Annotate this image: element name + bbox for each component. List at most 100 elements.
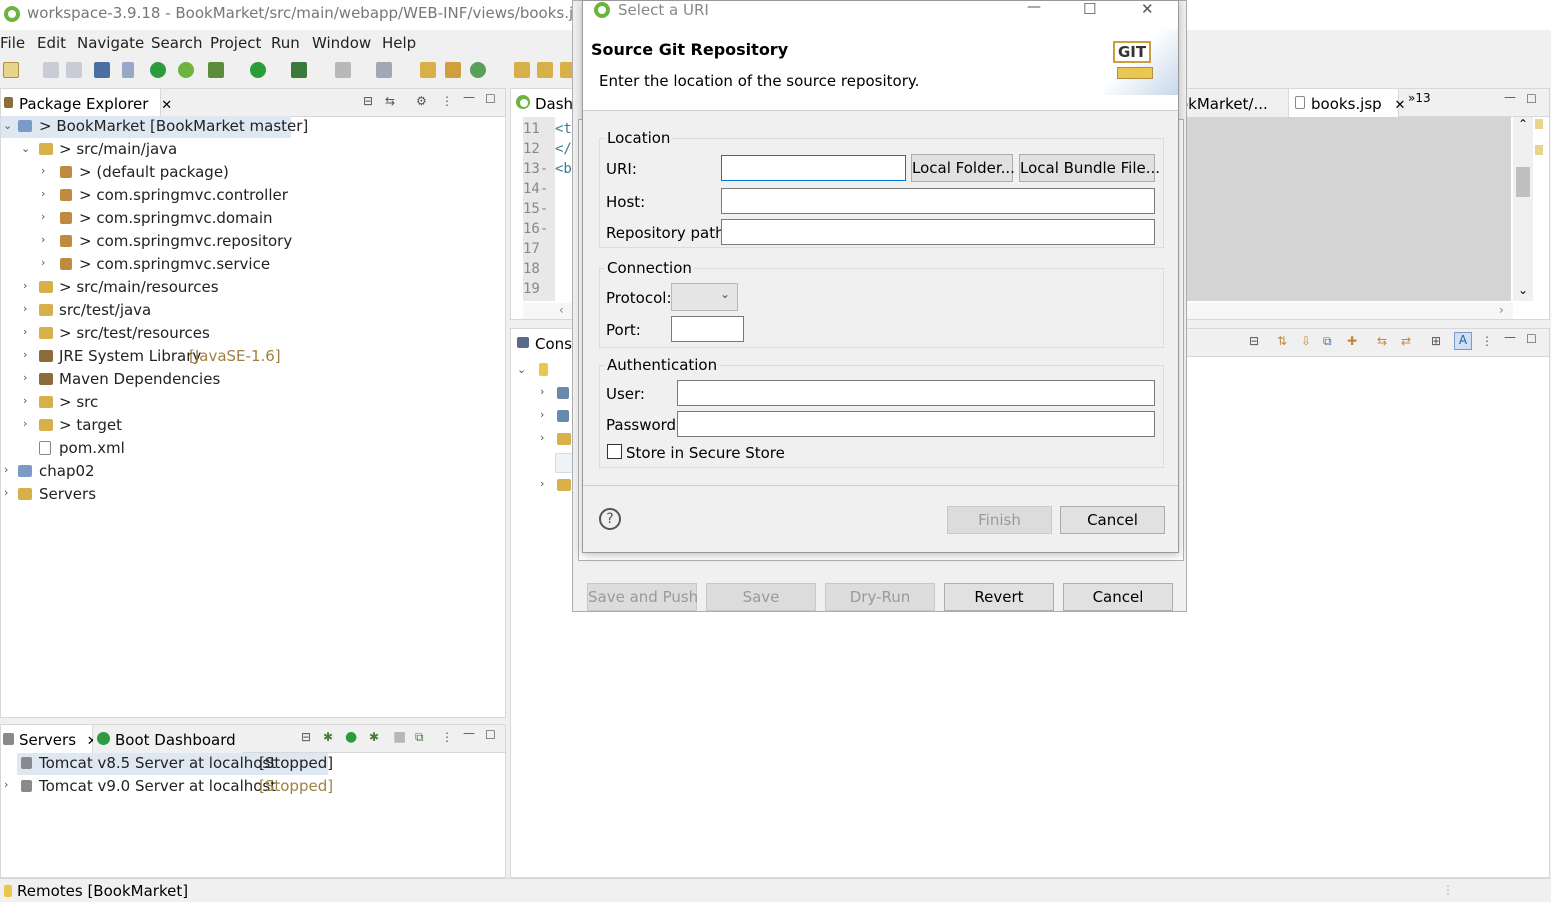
chevron-right-icon[interactable]: › bbox=[23, 325, 27, 338]
spring-icon[interactable] bbox=[178, 62, 194, 78]
chevron-right-icon[interactable]: › bbox=[540, 408, 544, 421]
menu-navigate[interactable]: Navigate bbox=[77, 34, 144, 52]
tree-item-maven-dependencies[interactable]: › Maven Dependencies bbox=[1, 369, 301, 391]
new-icon[interactable] bbox=[3, 62, 19, 78]
vertical-scrollbar[interactable]: ⌃ ⌄ bbox=[1513, 117, 1533, 301]
store-in-secure-store-checkbox[interactable] bbox=[607, 444, 622, 459]
view-menu-icon[interactable]: ⋮ bbox=[441, 94, 453, 108]
uri-input[interactable] bbox=[721, 155, 906, 181]
terminal-icon[interactable] bbox=[94, 62, 110, 78]
new-package-icon[interactable] bbox=[445, 62, 461, 78]
minimize-icon[interactable]: — bbox=[463, 90, 475, 104]
scrollbar-thumb[interactable] bbox=[1516, 167, 1530, 197]
server-row-tomcat85[interactable]: Tomcat v8.5 Server at localhost [Stopped… bbox=[17, 753, 333, 775]
tree-item-jre-library[interactable]: › JRE System Library [JavaSE-1.6] bbox=[1, 346, 301, 368]
chevron-down-icon[interactable]: ⌄ bbox=[3, 119, 12, 132]
tab-overflow-indicator[interactable]: »13 bbox=[1408, 91, 1431, 105]
menu-help[interactable]: Help bbox=[382, 34, 416, 52]
store-in-secure-store-label[interactable]: Store in Secure Store bbox=[626, 444, 785, 462]
save-button[interactable]: Save bbox=[706, 583, 816, 611]
chevron-right-icon[interactable]: › bbox=[41, 187, 45, 200]
tree-item-service[interactable]: › > com.springmvc.service bbox=[1, 254, 301, 276]
menu-run[interactable]: Run bbox=[271, 34, 300, 52]
tree-item-src[interactable]: › > src bbox=[1, 392, 301, 414]
tab-package-explorer[interactable]: Package Explorer ✕ bbox=[1, 89, 172, 117]
local-folder-button[interactable]: Local Folder... bbox=[911, 154, 1015, 182]
tree-item-chap02[interactable]: › chap02 bbox=[1, 461, 301, 483]
chevron-down-icon[interactable]: ⌄ bbox=[517, 363, 526, 376]
minimize-icon[interactable]: — bbox=[1504, 90, 1516, 104]
tree-layout-icon[interactable]: ⊞ bbox=[1431, 334, 1441, 348]
chevron-right-icon[interactable]: › bbox=[4, 463, 8, 476]
new-java-project-icon[interactable] bbox=[420, 62, 436, 78]
minimize-icon[interactable]: — bbox=[1027, 0, 1041, 15]
chevron-right-icon[interactable]: › bbox=[540, 477, 544, 490]
tab-books-jsp[interactable]: books.jsp ✕ bbox=[1289, 89, 1405, 117]
run-icon[interactable] bbox=[250, 62, 266, 78]
link-with-editor-icon[interactable]: ⇆ bbox=[385, 94, 395, 108]
debug-icon[interactable] bbox=[208, 62, 224, 78]
back-cancel-button[interactable]: Cancel bbox=[1063, 583, 1173, 611]
chevron-right-icon[interactable]: › bbox=[23, 394, 27, 407]
menu-search[interactable]: Search bbox=[151, 34, 203, 52]
save-and-push-button[interactable]: Save and Push bbox=[587, 583, 698, 611]
tree-item-controller[interactable]: › > com.springmvc.controller bbox=[1, 185, 301, 207]
link-icon[interactable]: ⇆ bbox=[1377, 334, 1387, 348]
repository-path-input[interactable] bbox=[721, 219, 1155, 245]
tree-item-repository[interactable]: › > com.springmvc.repository bbox=[1, 231, 301, 253]
fetch-icon[interactable]: ⇅ bbox=[1277, 334, 1287, 348]
menu-project[interactable]: Project bbox=[210, 34, 261, 52]
text-icon[interactable]: A bbox=[1454, 332, 1472, 350]
host-input[interactable] bbox=[721, 188, 1155, 214]
maximize-icon[interactable]: ☐ bbox=[485, 728, 496, 742]
maximize-icon[interactable]: ☐ bbox=[1526, 332, 1537, 346]
collapse-icon[interactable]: ⊟ bbox=[1249, 334, 1259, 348]
refresh-icon[interactable]: ⇄ bbox=[1401, 334, 1411, 348]
cancel-button[interactable]: Cancel bbox=[1060, 506, 1165, 534]
scroll-right-icon[interactable]: › bbox=[1499, 303, 1504, 317]
minimize-icon[interactable]: — bbox=[463, 726, 475, 740]
maximize-icon[interactable]: ☐ bbox=[1083, 0, 1096, 18]
minimize-icon[interactable]: — bbox=[1504, 330, 1516, 344]
close-icon[interactable]: ✕ bbox=[1141, 0, 1154, 18]
chevron-right-icon[interactable]: › bbox=[41, 164, 45, 177]
chevron-down-icon[interactable]: ⌄ bbox=[21, 142, 30, 155]
import-icon[interactable]: ⧉ bbox=[1323, 334, 1332, 349]
stop-server-icon[interactable]: ■ bbox=[393, 729, 406, 745]
finish-button[interactable]: Finish bbox=[947, 506, 1052, 534]
menu-window[interactable]: Window bbox=[312, 34, 371, 52]
pull-icon[interactable]: ⇩ bbox=[1301, 334, 1311, 348]
chevron-right-icon[interactable]: › bbox=[41, 210, 45, 223]
menu-file[interactable]: File bbox=[0, 34, 25, 52]
chevron-right-icon[interactable]: › bbox=[4, 778, 8, 791]
maximize-icon[interactable]: ☐ bbox=[485, 92, 496, 106]
chevron-right-icon[interactable]: › bbox=[4, 486, 8, 499]
add-icon[interactable]: ✚ bbox=[1347, 334, 1357, 348]
filters-icon[interactable]: ⚙ bbox=[416, 94, 427, 108]
external-tools-icon[interactable] bbox=[291, 62, 307, 78]
tree-item-pom[interactable]: pom.xml bbox=[1, 438, 301, 460]
scroll-down-icon[interactable]: ⌄ bbox=[1518, 283, 1528, 297]
local-bundle-file-button[interactable]: Local Bundle File... bbox=[1019, 154, 1160, 182]
publish-icon[interactable]: ⧉ bbox=[415, 730, 424, 745]
boot-dashboard-icon[interactable] bbox=[150, 62, 166, 78]
user-input[interactable] bbox=[677, 380, 1155, 406]
view-menu-icon[interactable]: ⋮ bbox=[1481, 334, 1493, 348]
deploy-icon[interactable] bbox=[376, 62, 392, 78]
tree-item-src-main-resources[interactable]: › > src/main/resources bbox=[1, 277, 301, 299]
tree-item-servers[interactable]: › Servers bbox=[1, 484, 301, 506]
skip-breakpoints-icon[interactable] bbox=[122, 62, 134, 78]
tree-item-bookmarket[interactable]: ⌄ > BookMarket [BookMarket master] bbox=[1, 116, 308, 138]
chevron-right-icon[interactable]: › bbox=[23, 417, 27, 430]
chevron-right-icon[interactable]: › bbox=[540, 385, 544, 398]
save-all-icon[interactable] bbox=[66, 62, 82, 78]
revert-button[interactable]: Revert bbox=[944, 583, 1054, 611]
protocol-select[interactable]: ⌄ bbox=[671, 283, 738, 311]
tree-item-src-main-java[interactable]: ⌄ > src/main/java bbox=[1, 139, 301, 161]
tree-item-default-package[interactable]: › > (default package) bbox=[1, 162, 301, 184]
tree-item-domain[interactable]: › > com.springmvc.domain bbox=[1, 208, 301, 230]
tree-item-target[interactable]: › > target bbox=[1, 415, 301, 437]
debug-server-icon[interactable]: ✱ bbox=[323, 730, 333, 744]
open-type-icon[interactable] bbox=[514, 62, 530, 78]
tree-item-src-test-java[interactable]: › src/test/java bbox=[1, 300, 301, 322]
